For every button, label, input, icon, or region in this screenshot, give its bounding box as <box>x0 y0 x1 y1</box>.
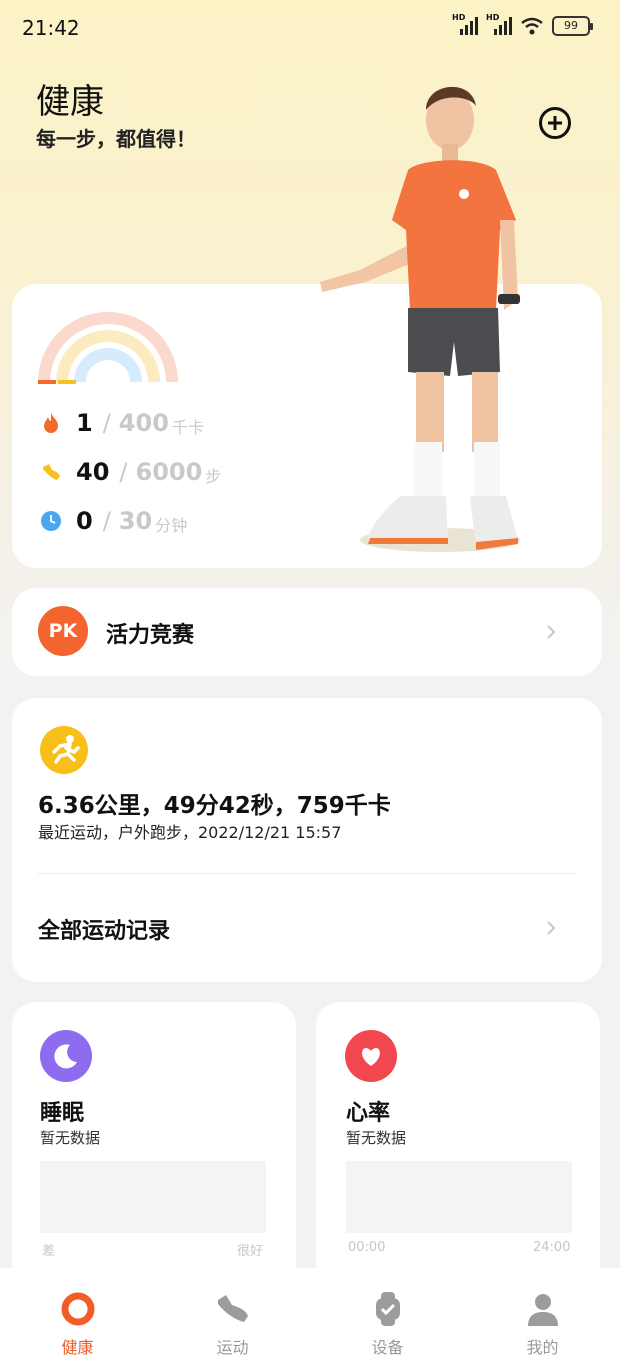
page-subtitle: 每一步，都值得！ <box>36 127 196 151</box>
tab-me-label: 我的 <box>526 1338 559 1357</box>
minutes-sep: / <box>102 507 111 535</box>
flame-icon <box>44 413 58 433</box>
signal-icon-1: HD <box>452 13 478 35</box>
steps-value: 40 <box>76 458 110 486</box>
workout-summary: 6.36公里，49分42秒，759千卡 <box>38 793 391 819</box>
heart-icon <box>345 1030 397 1082</box>
minutes-value: 0 <box>76 507 93 535</box>
sleep-title: 睡眠 <box>40 1101 85 1126</box>
calories-sep: / <box>102 409 111 437</box>
add-button[interactable] <box>538 106 572 140</box>
calories-value: 1 <box>76 409 93 437</box>
shoe-icon <box>218 1295 248 1322</box>
person-icon <box>528 1294 558 1326</box>
heart-axis-right: 24:00 <box>533 1240 571 1255</box>
watch-icon <box>376 1292 400 1326</box>
tab-health[interactable]: 健康 <box>0 1268 155 1368</box>
clock-icon <box>41 511 61 531</box>
page-title: 健康 <box>36 82 104 122</box>
heart-axis-left: 00:00 <box>348 1240 386 1255</box>
shoe-icon <box>43 464 60 480</box>
minutes-row: 0 / 30 分钟 <box>40 506 187 536</box>
steps-row: 40 / 6000 步 <box>40 457 221 487</box>
workout-detail: 最近运动，户外跑步，2022/12/21 15:57 <box>38 823 342 842</box>
sleep-graph-placeholder <box>40 1161 266 1233</box>
all-records-label: 全部运动记录 <box>38 919 171 944</box>
status-icons: HD HD 99 <box>452 13 593 36</box>
wifi-icon <box>521 17 543 35</box>
health-ring-icon <box>61 1292 95 1326</box>
pk-label: 活力竞赛 <box>106 623 195 648</box>
chevron-right-icon <box>547 625 556 639</box>
steps-unit: 步 <box>205 467 222 486</box>
sleep-axis-left: 差 <box>42 1244 56 1259</box>
bottom-tab-bar: 健康 运动 设备 我的 <box>0 1268 620 1368</box>
minutes-unit: 分钟 <box>155 516 188 535</box>
divider <box>38 873 576 874</box>
calories-row: 1 / 400 千卡 <box>40 408 204 438</box>
running-icon <box>40 726 88 774</box>
heart-title: 心率 <box>346 1101 391 1126</box>
battery-icon: 99 <box>552 16 593 36</box>
tab-exercise[interactable]: 运动 <box>155 1268 310 1368</box>
net1-label: HD <box>452 13 466 22</box>
net2-label: HD <box>486 13 500 22</box>
pk-badge: PK <box>38 606 88 656</box>
calories-goal: 400 <box>118 409 169 437</box>
tab-me[interactable]: 我的 <box>465 1268 620 1368</box>
pk-challenge-card[interactable] <box>12 588 602 676</box>
calories-unit: 千卡 <box>171 418 204 437</box>
tab-devices-label: 设备 <box>371 1338 404 1357</box>
steps-goal: 6000 <box>135 458 203 486</box>
heart-status: 暂无数据 <box>346 1129 407 1147</box>
moon-icon <box>40 1030 92 1082</box>
sleep-status: 暂无数据 <box>40 1129 101 1147</box>
sleep-axis-right: 很好 <box>237 1244 264 1259</box>
tab-exercise-label: 运动 <box>216 1338 249 1357</box>
status-time: 21:42 <box>22 16 80 40</box>
chevron-right-icon <box>547 921 556 935</box>
tab-devices[interactable]: 设备 <box>310 1268 465 1368</box>
activity-rings-icon <box>38 312 178 384</box>
minutes-goal: 30 <box>118 507 153 535</box>
signal-icon-2: HD <box>486 13 512 35</box>
steps-sep: / <box>119 458 128 486</box>
tab-health-label: 健康 <box>61 1338 94 1357</box>
heart-graph-placeholder <box>346 1161 572 1233</box>
avatar-illustration <box>320 86 520 552</box>
